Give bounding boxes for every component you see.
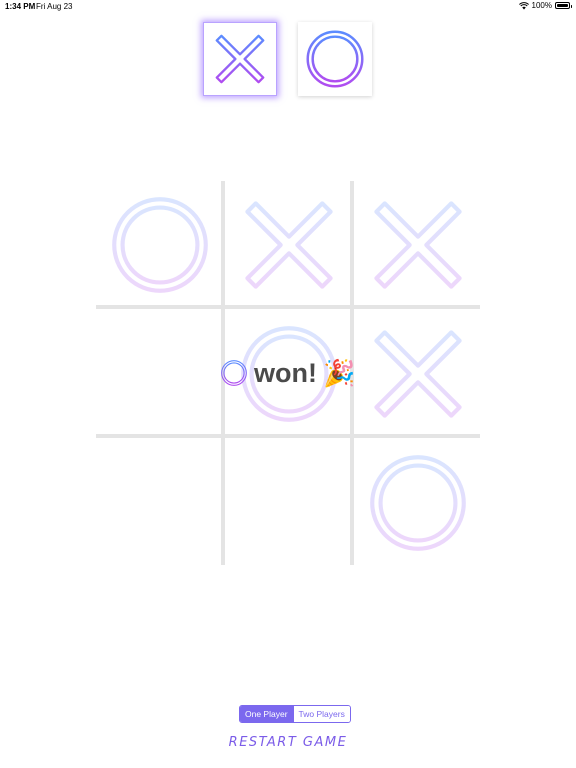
battery-percent: 100% <box>531 1 552 10</box>
o-mark-icon <box>108 193 212 297</box>
x-mark-icon <box>366 322 470 426</box>
wifi-icon <box>518 1 529 9</box>
restart-game-button[interactable]: RESTART GAME <box>0 735 576 750</box>
board-cell-9[interactable] <box>354 439 482 567</box>
party-popper-icon: 🎉 <box>322 358 356 388</box>
board-cell-2[interactable] <box>225 181 353 309</box>
board-cell-7[interactable] <box>96 439 224 567</box>
board-cell-3[interactable] <box>354 181 482 309</box>
one-player-segment[interactable]: One Player <box>240 706 293 722</box>
battery-icon <box>555 2 572 9</box>
status-indicators: 100% <box>518 1 572 10</box>
game-screen: 1:34 PM Fri Aug 23 100% won! 🎉 One Playe… <box>0 0 576 768</box>
board-cell-8[interactable] <box>225 439 353 567</box>
x-icon <box>211 30 269 88</box>
two-players-segment[interactable]: Two Players <box>292 706 350 722</box>
mode-segmented-control: One Player Two Players <box>239 705 351 723</box>
board-cell-1[interactable] <box>96 181 224 309</box>
o-icon <box>304 28 366 90</box>
choose-o-button[interactable] <box>298 22 372 96</box>
x-mark-icon <box>366 193 470 297</box>
board-cell-6[interactable] <box>354 310 482 438</box>
status-bar: 1:34 PM Fri Aug 23 100% <box>0 0 576 12</box>
status-time: 1:34 PM <box>5 2 36 11</box>
winner-banner: won! 🎉 <box>220 354 355 392</box>
winner-text: won! <box>254 357 317 388</box>
board-cell-4[interactable] <box>96 310 224 438</box>
choose-x-button[interactable] <box>203 22 277 96</box>
o-mark-icon <box>366 451 470 555</box>
x-mark-icon <box>237 193 341 297</box>
winner-o-icon <box>220 359 248 387</box>
status-date: Fri Aug 23 <box>36 2 73 11</box>
